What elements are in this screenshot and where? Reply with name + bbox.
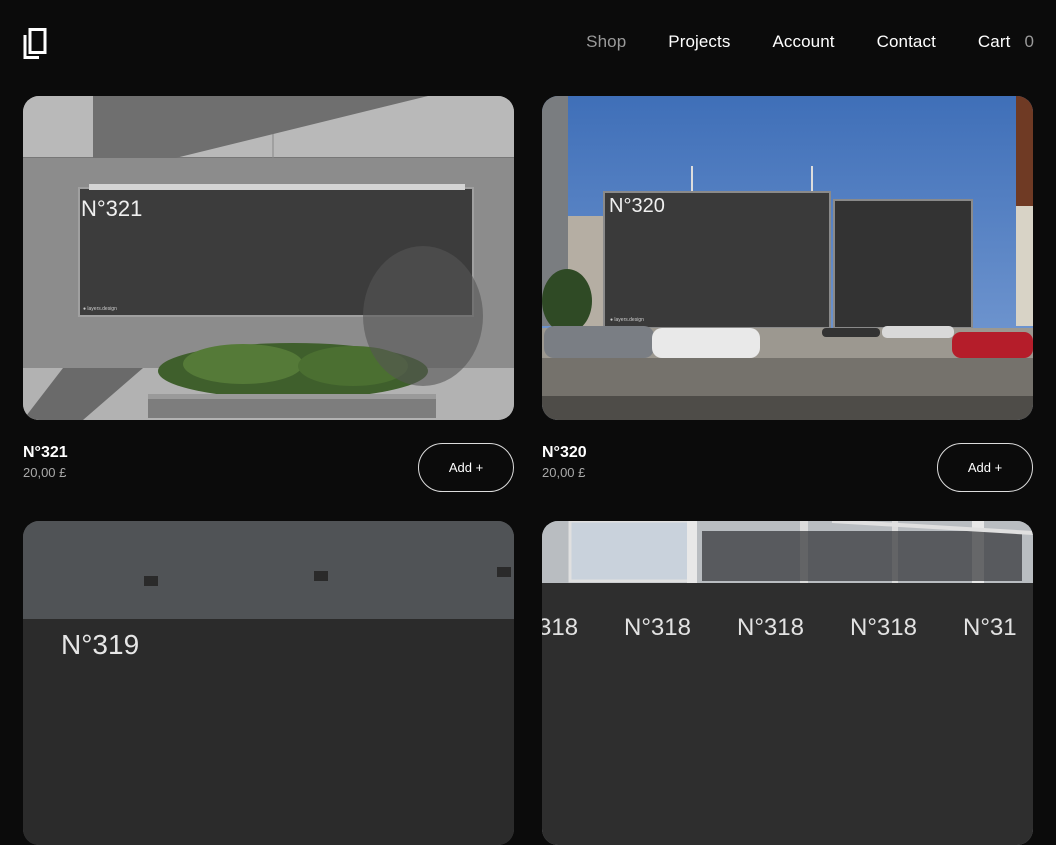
layers-logo-icon[interactable] — [22, 28, 48, 60]
nav-shop[interactable]: Shop — [586, 32, 626, 52]
nav-cart[interactable]: Cart 0 — [978, 32, 1034, 52]
add-to-cart-button[interactable]: Add + — [937, 443, 1033, 492]
cart-count: 0 — [1024, 32, 1034, 51]
add-to-cart-button[interactable]: Add + — [418, 443, 514, 492]
billboard-text-repeat: N°318 — [850, 614, 917, 641]
cart-label: Cart — [977, 32, 1011, 51]
product-image[interactable]: 318 N°318 N°318 N°318 N°31 — [542, 521, 1033, 845]
product-card[interactable]: N°320 ● layers.design N°320 20,00 £ Add … — [542, 96, 1033, 492]
product-price: 20,00 £ — [542, 465, 586, 480]
product-card[interactable]: N°321 ● layers.design N°321 20,00 £ Add … — [23, 96, 514, 492]
billboard-small-text: ● layers.design — [610, 317, 644, 323]
billboard-small-text: ● layers.design — [83, 306, 117, 312]
nav-projects[interactable]: Projects — [668, 32, 730, 52]
product-title[interactable]: N°321 — [23, 444, 68, 462]
product-image[interactable]: N°319 — [23, 521, 514, 845]
product-image[interactable]: N°321 ● layers.design — [23, 96, 514, 420]
billboard-text: N°320 — [609, 195, 665, 217]
billboard-text-repeat: N°318 — [624, 614, 691, 641]
billboard-text: N°321 — [81, 196, 142, 221]
main-nav: Shop Projects Account Contact Cart 0 — [586, 32, 1034, 52]
billboard-text-repeat: N°31 — [963, 614, 1017, 641]
product-title[interactable]: N°320 — [542, 444, 587, 462]
billboard-text: N°319 — [61, 629, 139, 660]
product-card[interactable]: 318 N°318 N°318 N°318 N°31 — [542, 521, 1033, 845]
product-price: 20,00 £ — [23, 465, 67, 480]
site-header: Shop Projects Account Contact Cart 0 — [0, 0, 1056, 86]
product-meta: N°320 20,00 £ — [542, 444, 587, 480]
product-card[interactable]: N°319 — [23, 521, 514, 845]
billboard-text-repeat: 318 — [542, 614, 578, 641]
product-meta: N°321 20,00 £ — [23, 444, 68, 480]
nav-contact[interactable]: Contact — [877, 32, 936, 52]
nav-account[interactable]: Account — [772, 32, 834, 52]
product-image[interactable]: N°320 ● layers.design — [542, 96, 1033, 420]
billboard-text-repeat: N°318 — [737, 614, 804, 641]
